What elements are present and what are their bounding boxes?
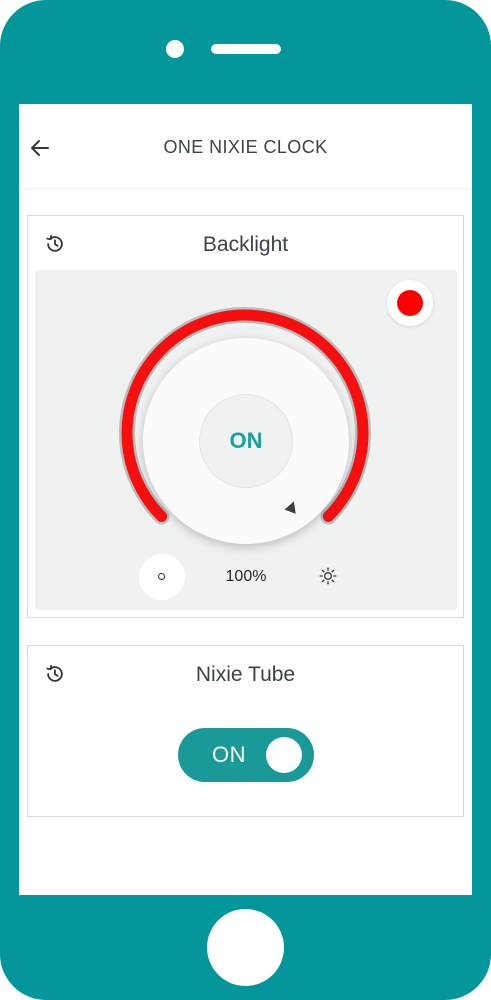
power-button[interactable]: ON — [199, 394, 293, 488]
nixie-tube-switch[interactable]: ON — [178, 728, 314, 782]
dim-circle-icon — [158, 573, 165, 580]
backlight-title: Backlight — [202, 233, 289, 256]
knob-pointer-icon — [284, 499, 300, 514]
backlight-panel: ON 100% — [35, 270, 457, 610]
dial-knob[interactable]: ON — [143, 338, 349, 544]
app-screen: ONE NIXIE CLOCK Backlight ON 100% Nixie … — [19, 104, 472, 895]
color-swatch — [397, 290, 423, 316]
speaker-slot — [211, 44, 281, 54]
color-picker-button[interactable] — [387, 280, 433, 326]
phone-frame: ONE NIXIE CLOCK Backlight ON 100% Nixie … — [0, 0, 491, 1000]
backlight-card: Backlight ON 100% — [27, 215, 464, 618]
brightness-value: 100% — [225, 568, 267, 585]
camera-dot — [166, 40, 184, 58]
sun-icon[interactable] — [319, 567, 337, 585]
brightness-min-button[interactable] — [139, 554, 185, 600]
switch-label: ON — [212, 742, 246, 767]
page-title: ONE NIXIE CLOCK — [163, 137, 328, 157]
nixie-tube-title: Nixie Tube — [195, 663, 296, 686]
nixie-tube-card: Nixie Tube ON — [27, 645, 464, 817]
app-header: ONE NIXIE CLOCK — [19, 104, 472, 189]
home-button[interactable] — [207, 909, 284, 986]
switch-knob — [266, 737, 302, 773]
